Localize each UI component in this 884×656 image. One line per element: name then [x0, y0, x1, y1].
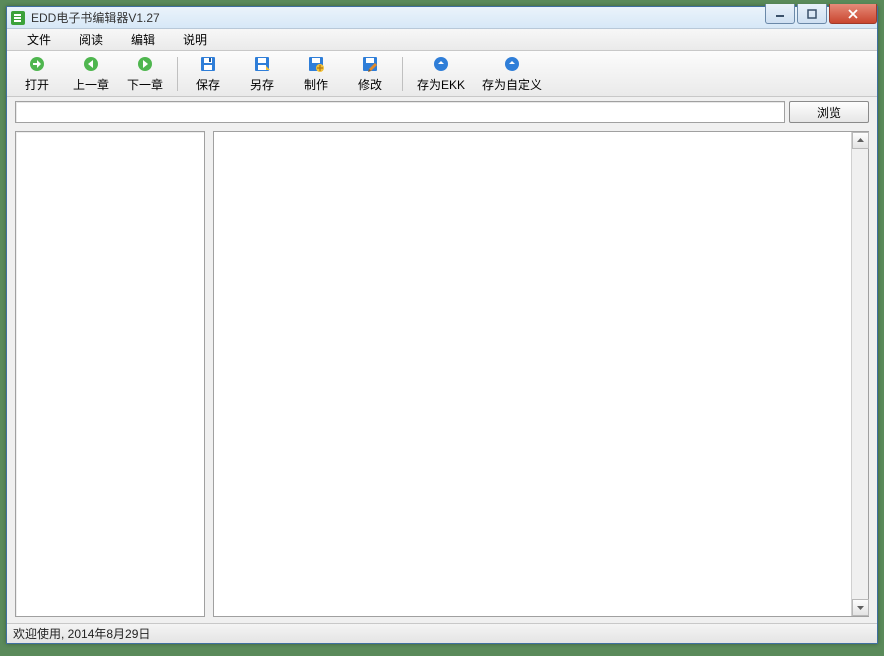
prev-chapter-button[interactable]: 上一章: [69, 53, 113, 95]
modify-label: 修改: [358, 76, 382, 93]
disk-custom-icon: [503, 54, 521, 74]
browse-button[interactable]: 浏览: [789, 101, 869, 123]
menu-help[interactable]: 说明: [169, 29, 221, 50]
save-ekk-label: 存为EKK: [417, 76, 465, 93]
save-button[interactable]: 保存: [186, 53, 230, 95]
disk-icon: [432, 54, 450, 74]
app-icon: [11, 11, 25, 25]
statusbar: 欢迎使用, 2014年8月29日: [7, 623, 877, 643]
save-custom-label: 存为自定义: [482, 76, 542, 93]
save-icon: [199, 54, 217, 74]
editor-pane-wrap: [213, 131, 869, 617]
save-as-label: 另存: [250, 76, 274, 93]
status-text: 欢迎使用, 2014年8月29日: [13, 625, 150, 642]
prev-chapter-label: 上一章: [73, 76, 109, 93]
menu-read[interactable]: 阅读: [65, 29, 117, 50]
save-label: 保存: [196, 76, 220, 93]
close-button[interactable]: [829, 4, 877, 24]
titlebar[interactable]: EDD电子书编辑器V1.27: [7, 7, 877, 29]
app-window: EDD电子书编辑器V1.27 文件 阅读 编辑 说明 打开: [6, 6, 878, 644]
toolbar: 打开 上一章 下一章 保存 另存: [7, 51, 877, 97]
chapter-list-pane[interactable]: [15, 131, 205, 617]
save-as-button[interactable]: 另存: [240, 53, 284, 95]
path-input[interactable]: [15, 101, 785, 123]
path-bar: 浏览: [7, 97, 877, 127]
main-area: [7, 127, 877, 623]
editor-pane[interactable]: [214, 132, 851, 616]
open-folder-icon: [28, 54, 46, 74]
next-chapter-button[interactable]: 下一章: [123, 53, 167, 95]
next-chapter-label: 下一章: [127, 76, 163, 93]
window-buttons: [763, 4, 877, 24]
minimize-button[interactable]: [765, 4, 795, 24]
menubar: 文件 阅读 编辑 说明: [7, 29, 877, 51]
save-ekk-button[interactable]: 存为EKK: [411, 53, 471, 95]
arrow-right-icon: [136, 54, 154, 74]
build-icon: [307, 54, 325, 74]
chevron-down-icon: [856, 603, 865, 612]
maximize-icon: [807, 9, 817, 19]
open-button[interactable]: 打开: [15, 53, 59, 95]
modify-button[interactable]: 修改: [348, 53, 392, 95]
open-label: 打开: [25, 76, 49, 93]
scroll-down-button[interactable]: [852, 599, 869, 616]
build-label: 制作: [304, 76, 328, 93]
chevron-up-icon: [856, 136, 865, 145]
maximize-button[interactable]: [797, 4, 827, 24]
window-title: EDD电子书编辑器V1.27: [31, 9, 160, 26]
build-button[interactable]: 制作: [294, 53, 338, 95]
toolbar-separator: [177, 57, 178, 91]
arrow-left-icon: [82, 54, 100, 74]
minimize-icon: [775, 9, 785, 19]
toolbar-separator: [402, 57, 403, 91]
modify-icon: [361, 54, 379, 74]
close-icon: [847, 9, 859, 19]
menu-edit[interactable]: 编辑: [117, 29, 169, 50]
editor-scrollbar[interactable]: [851, 132, 868, 616]
save-as-icon: [253, 54, 271, 74]
menu-file[interactable]: 文件: [13, 29, 65, 50]
save-custom-button[interactable]: 存为自定义: [481, 53, 543, 95]
scroll-up-button[interactable]: [852, 132, 869, 149]
